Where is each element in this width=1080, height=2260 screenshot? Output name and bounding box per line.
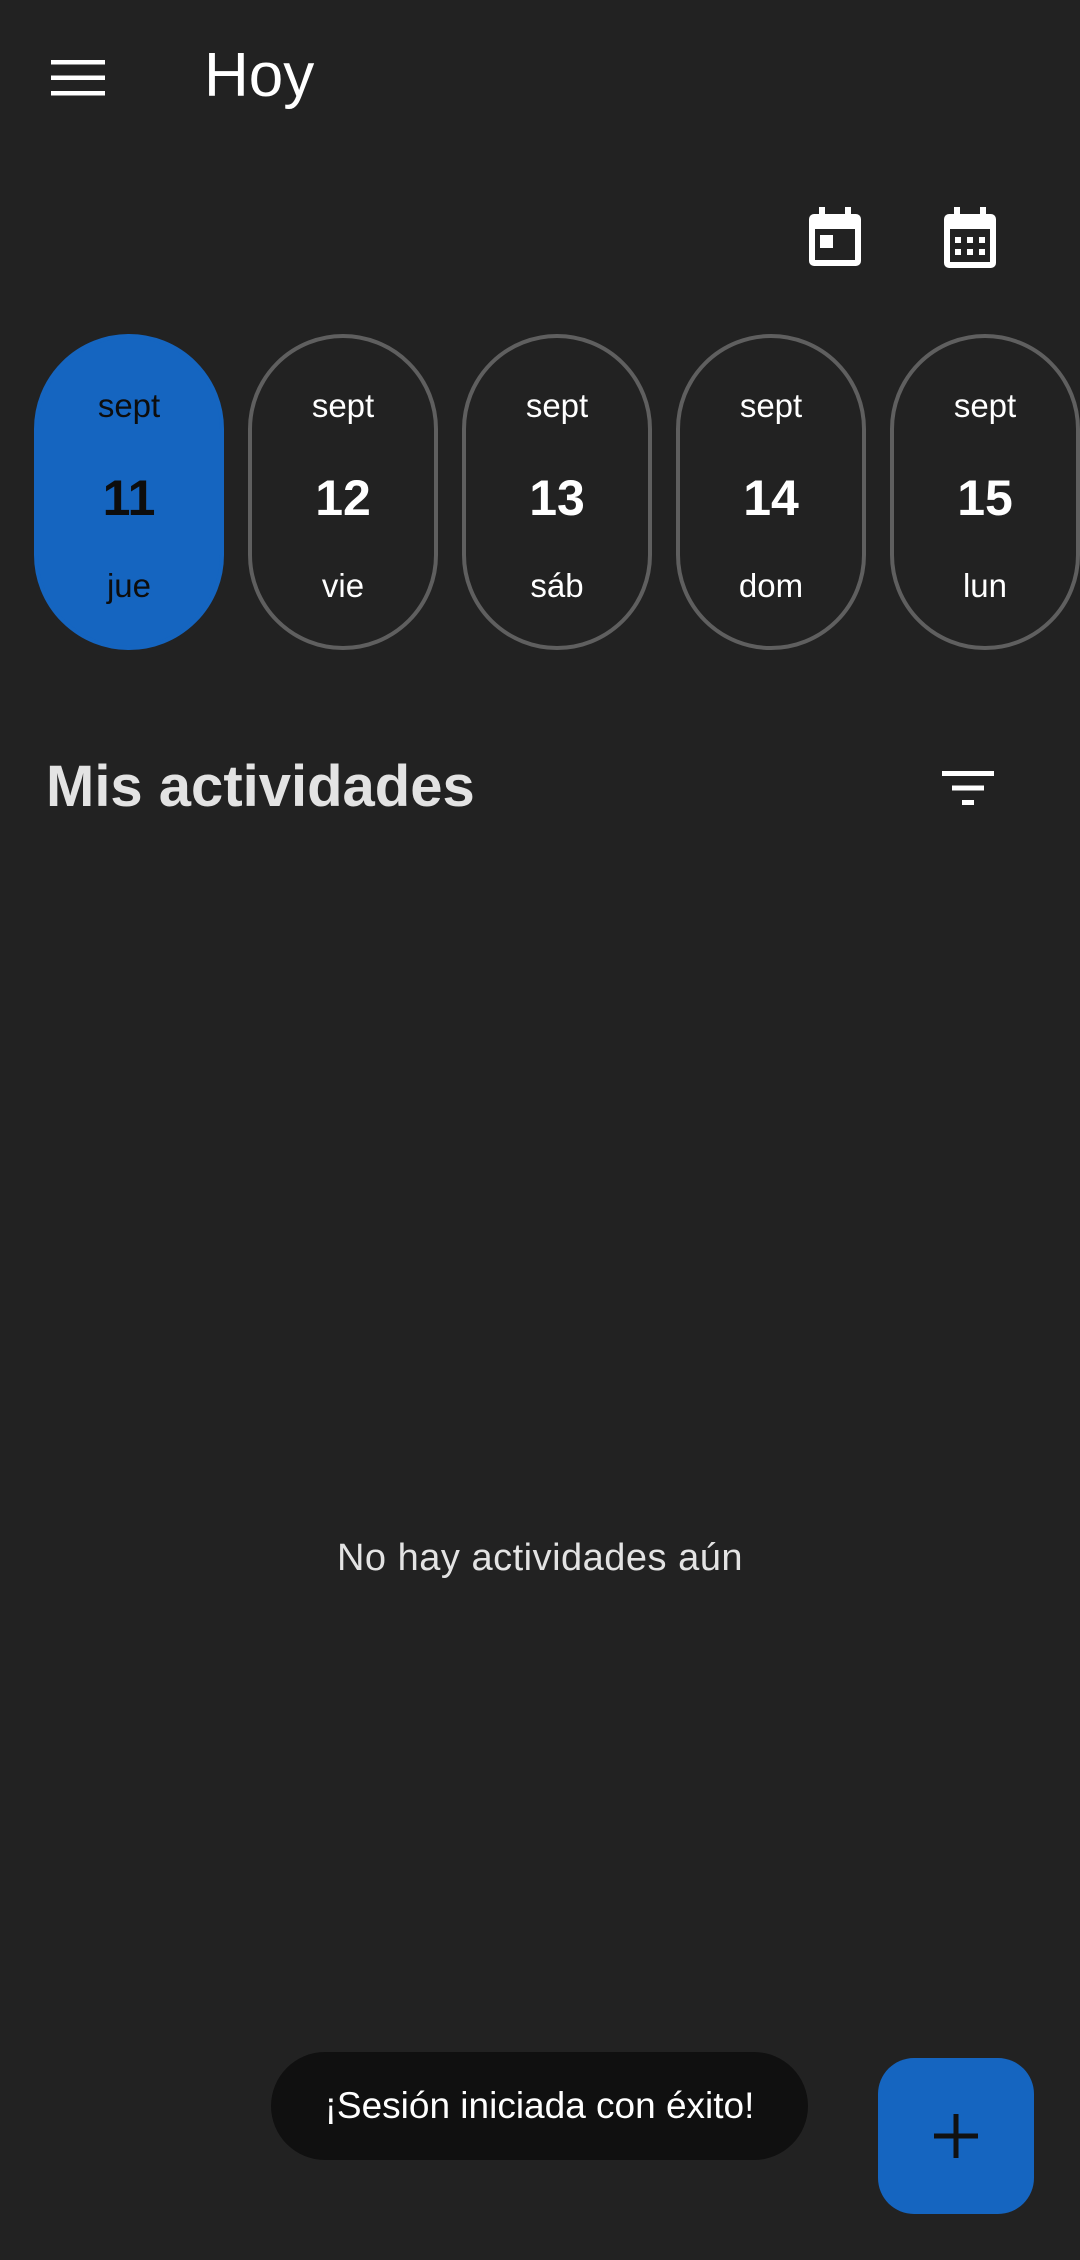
filter-icon (942, 771, 994, 805)
day-chip-number: 15 (957, 470, 1013, 526)
today-calendar-icon (809, 207, 861, 266)
day-chip-12[interactable]: sept 12 vie (248, 334, 438, 650)
day-chip-month: sept (739, 387, 803, 424)
day-chip-15[interactable]: sept 15 lun (890, 334, 1080, 650)
add-icon (934, 2114, 978, 2158)
day-chip-weekday: lun (962, 567, 1008, 604)
day-chip-11[interactable]: sept 11 jue (34, 334, 224, 650)
month-calendar-icon (944, 207, 996, 268)
day-chip-month: sept (525, 387, 589, 424)
day-strip: sept 11 jue sept 12 vie sept 13 sáb sept… (0, 334, 1080, 650)
today-calendar-button[interactable] (793, 196, 877, 280)
day-chip-month: sept (953, 387, 1017, 424)
filter-button[interactable] (926, 750, 1010, 826)
page-title: Hoy (204, 41, 315, 110)
day-chip-weekday: sáb (530, 567, 584, 604)
add-activity-button[interactable] (878, 2058, 1034, 2214)
day-chip-number: 14 (743, 470, 799, 526)
app-screen: Hoy sept 11 jue sept 12 vie sept 13 sáb … (0, 0, 1080, 2260)
menu-icon (51, 60, 105, 96)
day-chip-weekday: jue (106, 567, 152, 604)
snackbar: ¡Sesión iniciada con éxito! (271, 2052, 808, 2160)
day-chip-month: sept (97, 387, 161, 424)
day-chip-number: 12 (315, 470, 371, 526)
month-calendar-button[interactable] (928, 196, 1012, 280)
day-chip-weekday: vie (321, 567, 365, 604)
day-chip-13[interactable]: sept 13 sáb (462, 334, 652, 650)
day-chip-number: 11 (102, 470, 156, 526)
day-chip-14[interactable]: sept 14 dom (676, 334, 866, 650)
activities-title: Mis actividades (46, 754, 475, 819)
menu-button[interactable] (38, 42, 118, 114)
snackbar-message: ¡Sesión iniciada con éxito! (324, 2085, 755, 2126)
day-chip-number: 13 (529, 470, 585, 526)
day-chip-weekday: dom (738, 567, 804, 604)
day-chip-month: sept (311, 387, 375, 424)
empty-state-message: No hay actividades aún (336, 1537, 744, 1579)
